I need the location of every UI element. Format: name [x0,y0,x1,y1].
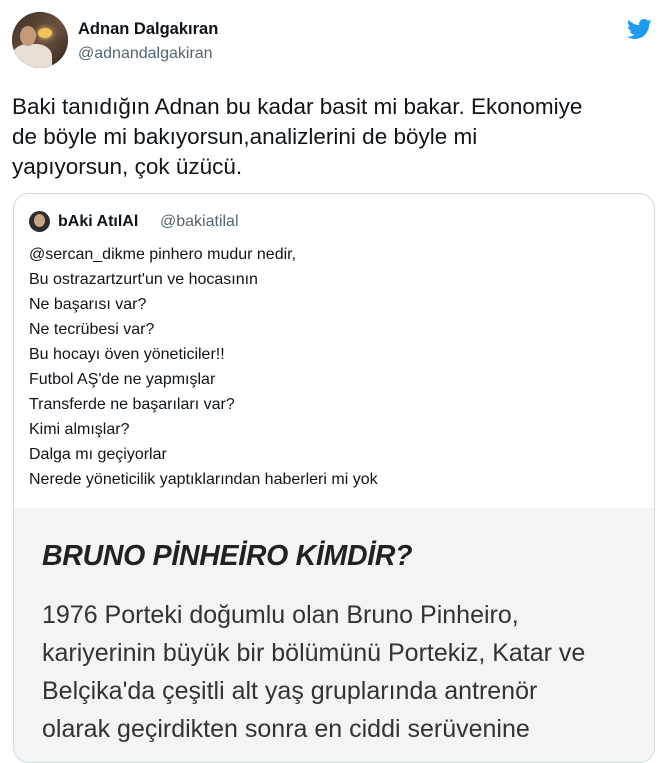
image-body-line: olarak geçirdikten sonra en ciddi serüve… [42,715,530,743]
quoted-line: Bu ostrazartzurt'un ve hocasının [29,271,258,288]
quoted-line: Futbol AŞ'de ne yapmışlar [29,371,216,388]
image-body-line: Belçika'da çeşitli alt yaş gruplarında a… [42,677,538,705]
quoted-line: Dalga mı geçiyorlar [29,446,167,463]
quoted-author-name: bAki AtılAl [58,213,139,230]
quoted-line: Ne başarısı var? [29,296,147,313]
image-title: BRUNO PİNHEİRO KİMDİR? [42,540,413,572]
quoted-image[interactable]: BRUNO PİNHEİRO KİMDİR? 1976 Porteki doğu… [14,508,654,762]
quoted-line: Nerede yöneticilik yaptıklarından haberl… [29,471,378,488]
quoted-author-avatar [29,211,50,232]
tweet-line: de böyle mi bakıyorsun,analizlerini de b… [12,124,478,149]
image-body-line: kariyerinin büyük bir bölümünü Portekiz,… [42,639,586,667]
image-body-line: 1976 Porteki doğumlu olan Bruno Pinheiro… [42,601,519,629]
author-handle[interactable]: @adnandalgakiran [78,45,213,63]
quoted-line: Ne tecrübesi var? [29,321,155,338]
tweet-line: Baki tanıdığın Adnan bu kadar basit mi b… [12,94,583,119]
quoted-line: Bu hocayı öven yöneticiler!! [29,346,225,363]
quoted-tweet[interactable]: bAki AtılAl @bakiatilal @sercan_dikme pi… [13,193,655,763]
quoted-line: @sercan_dikme pinhero mudur nedir, [29,246,297,263]
quoted-author-handle: @bakiatilal [160,213,239,230]
quoted-line: Kimi almışlar? [29,421,130,438]
tweet-text: Baki tanıdığın Adnan bu kadar basit mi b… [12,92,652,182]
author-avatar[interactable] [12,12,68,68]
quoted-line: Transferde ne başarıları var? [29,396,235,413]
author-name[interactable]: Adnan Dalgakıran [78,20,218,39]
image-body: 1976 Porteki doğumlu olan Bruno Pinheiro… [42,596,585,748]
twitter-bird-icon[interactable] [624,16,654,42]
quoted-text: @sercan_dikme pinhero mudur nedir, Bu os… [29,242,378,492]
tweet-line: yapıyorsun, çok üzücü. [12,154,243,179]
